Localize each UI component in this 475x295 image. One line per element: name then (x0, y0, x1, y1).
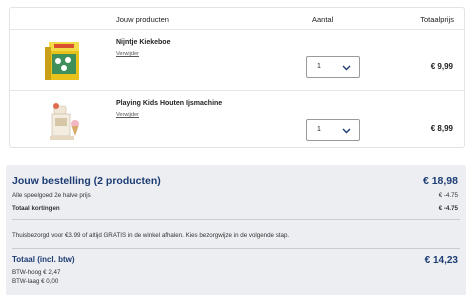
cart-row: Playing Kids Houten Ijsmachine Verwijder… (10, 92, 464, 152)
product-name[interactable]: Playing Kids Houten Ijsmachine (116, 100, 222, 107)
product-price: € 8,99 (430, 124, 453, 133)
order-summary: Jouw bestelling (2 producten) € 18,98 Al… (6, 165, 466, 295)
quantity-select[interactable]: 1 (306, 56, 360, 78)
quantity-value: 1 (317, 63, 321, 70)
total-label: Totaal (incl. btw) (12, 255, 75, 264)
divider (12, 219, 460, 220)
ice-cream-machine-icon[interactable] (40, 98, 88, 146)
discount-total-label: Totaal kortingen (12, 205, 60, 212)
remove-link[interactable]: Verwijder (116, 51, 139, 57)
discount-amount: € -4.75 (438, 192, 458, 199)
header-quantity: Aantal (312, 15, 334, 24)
summary-subtotal: € 18,98 (422, 175, 458, 187)
vat-high: BTW-hoog € 2,47 (12, 269, 61, 276)
cart-table: Jouw producten Aantal Totaalprijs Nijntj… (9, 7, 465, 148)
total-amount: € 14,23 (424, 255, 458, 266)
cart-header: Jouw producten Aantal Totaalprijs (10, 8, 464, 30)
product-name[interactable]: Nijntje Kiekeboe (116, 39, 170, 46)
product-price: € 9,99 (430, 62, 453, 71)
discount-total-amount: € -4.75 (438, 205, 458, 212)
nijntje-box-icon[interactable] (40, 36, 88, 84)
header-total: Totaalprijs (420, 15, 454, 24)
quantity-select[interactable]: 1 (306, 119, 360, 141)
header-products: Jouw producten (116, 15, 169, 24)
chevron-down-icon (342, 128, 351, 134)
vat-low: BTW-laag € 0,00 (12, 278, 59, 285)
summary-title: Jouw bestelling (2 producten) (12, 175, 161, 187)
cart-row: Nijntje Kiekeboe Verwijder 1 € 9,99 (10, 31, 464, 91)
chevron-down-icon (342, 65, 351, 71)
discount-line: Alle speelgoed 2e halve prijs (12, 192, 91, 199)
divider (12, 248, 460, 249)
quantity-value: 1 (317, 126, 321, 133)
remove-link[interactable]: Verwijder (116, 112, 139, 118)
delivery-note: Thuisbezorgd voor €3.99 of altijd GRATIS… (12, 232, 290, 239)
